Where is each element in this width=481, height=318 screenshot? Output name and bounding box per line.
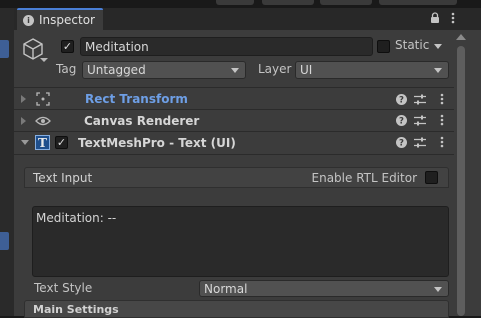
help-icon[interactable]: ? [395,136,407,148]
gameobject-name-field[interactable]: Meditation [80,37,373,56]
component-name: Canvas Renderer [84,113,200,128]
tag-value: Untagged [87,63,146,77]
section-title: Text Input [33,170,93,185]
presets-icon[interactable] [414,136,426,148]
lock-icon[interactable] [430,12,440,24]
text-style-value: Normal [204,281,248,296]
svg-text:?: ? [399,138,404,147]
section-title: Main Settings [33,302,119,316]
fold-arrow-icon[interactable] [21,94,26,103]
text-input-area[interactable]: Meditation: -- [32,206,449,277]
text-input-section-header[interactable]: Text Input Enable RTL Editor [24,167,449,188]
layer-dropdown[interactable]: UI [295,61,449,79]
static-dropdown-icon[interactable] [434,44,442,49]
static-checkbox[interactable] [377,40,390,53]
icon-dropdown-icon[interactable] [40,58,48,62]
help-icon[interactable]: ? [395,114,407,126]
tab-label: Inspector [39,13,95,27]
fold-arrow-icon[interactable] [21,140,29,145]
component-name: TextMeshPro - Text (UI) [78,135,236,150]
component-canvas-renderer[interactable]: Canvas Renderer [14,109,454,131]
main-settings-section-header[interactable]: Main Settings [24,300,449,318]
eye-icon [35,115,51,127]
text-style-label: Text Style [34,281,93,295]
chevron-down-icon [231,68,239,73]
text-style-dropdown[interactable]: Normal [199,280,449,297]
toolbar-button[interactable] [262,0,314,5]
text-input-value: Meditation: -- [36,211,117,225]
inspector-scrollbar[interactable] [454,30,481,316]
svg-text:?: ? [399,116,404,125]
layer-value: UI [300,63,313,77]
toolbar-button[interactable] [320,0,372,5]
svg-text:?: ? [399,95,404,104]
presets-icon[interactable] [414,114,426,126]
chevron-down-icon [434,68,442,73]
component-menu-icon[interactable] [436,93,448,105]
hierarchy-panel-edge [0,8,15,316]
textmeshpro-icon: T [35,135,50,150]
toolbar-button[interactable] [379,0,457,5]
tab-inspector[interactable]: i Inspector [17,8,103,30]
tag-dropdown[interactable]: Untagged [82,61,246,79]
rect-transform-icon [36,91,50,106]
help-icon[interactable]: ? [395,93,407,105]
tag-label: Tag [56,62,77,76]
component-textmeshpro[interactable]: T ✓ TextMeshPro - Text (UI) [14,131,454,153]
static-label: Static [395,38,430,52]
component-rect-transform[interactable]: Rect Transform [14,87,454,109]
scrollbar-thumb[interactable] [457,46,465,316]
scroll-up-icon[interactable] [456,34,466,40]
toolbar-button[interactable] [216,0,254,5]
tab-menu-icon[interactable] [451,12,455,24]
rtl-label: Enable RTL Editor [311,170,418,185]
rtl-editor-checkbox[interactable] [425,171,438,184]
divider [14,154,454,155]
chevron-down-icon [434,286,442,292]
selection-highlight [0,232,9,250]
component-menu-icon[interactable] [436,136,448,148]
active-checkbox[interactable]: ✓ [61,40,74,53]
component-enabled-checkbox[interactable]: ✓ [55,136,68,149]
layer-label: Layer [258,62,292,76]
gameobject-name: Meditation [85,39,149,54]
component-menu-icon[interactable] [436,114,448,126]
fold-arrow-icon[interactable] [21,116,26,125]
info-icon: i [23,14,34,26]
presets-icon[interactable] [414,93,426,105]
selection-highlight [0,40,9,58]
component-name: Rect Transform [85,91,188,106]
